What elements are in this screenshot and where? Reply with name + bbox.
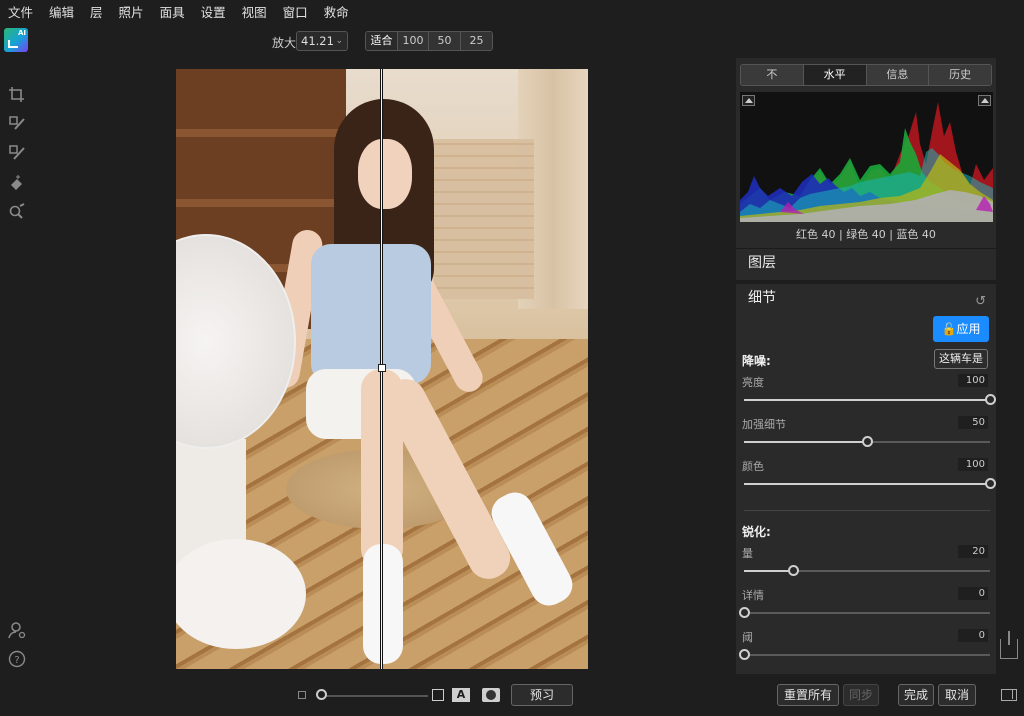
apply-button[interactable]: 🔓应用 bbox=[933, 316, 989, 342]
luminance-label: 亮度 bbox=[742, 376, 764, 389]
right-panel: 不 水平 信息 历史 红色 40 | 绿色 40 | 蓝色 40 图层 细节 ↺… bbox=[736, 58, 996, 674]
menu-bar: 文件 编辑 层 照片 面具 设置 视图 窗口 救命 bbox=[0, 0, 1024, 22]
chevron-down-icon: ⌄ bbox=[335, 36, 343, 46]
top-toolbar: AI 放大 41.21 ⌄ 适合 100 50 25 bbox=[0, 22, 1024, 58]
text-overlay-icon[interactable]: A bbox=[452, 688, 470, 702]
sync-button[interactable]: 同步 bbox=[843, 684, 879, 706]
color-label: 颜色 bbox=[742, 460, 764, 473]
menu-help[interactable]: 救命 bbox=[324, 2, 349, 21]
histogram-stats: 红色 40 | 绿色 40 | 蓝色 40 bbox=[796, 228, 936, 241]
apply-label: 应用 bbox=[956, 322, 981, 336]
zoom-50-button[interactable]: 50 bbox=[429, 32, 461, 50]
enhance-detail-value[interactable]: 50 bbox=[958, 416, 988, 429]
brush-mask-icon[interactable] bbox=[0, 109, 34, 138]
retouch-icon[interactable] bbox=[0, 167, 34, 196]
user-icon[interactable] bbox=[0, 615, 34, 644]
enhance-detail-slider[interactable] bbox=[744, 436, 990, 447]
menu-photo[interactable]: 照片 bbox=[119, 2, 144, 21]
app-logo-text: AI bbox=[17, 29, 26, 37]
thumb-large-icon bbox=[432, 689, 444, 701]
preview-button[interactable]: 预习 bbox=[511, 684, 573, 706]
highlight-clip-icon[interactable] bbox=[978, 95, 991, 106]
done-button[interactable]: 完成 bbox=[898, 684, 934, 706]
luminance-slider-thumb[interactable] bbox=[985, 394, 996, 405]
tab-none[interactable]: 不 bbox=[741, 65, 804, 85]
zoom-select[interactable]: 41.21 ⌄ bbox=[296, 31, 348, 51]
menu-mask[interactable]: 面具 bbox=[160, 2, 185, 21]
photo-canvas[interactable] bbox=[176, 69, 588, 669]
zoom-presets: 适合 100 50 25 bbox=[365, 31, 493, 51]
section-divider bbox=[744, 510, 990, 511]
brush-erase-icon[interactable] bbox=[0, 138, 34, 167]
enhance-detail-label: 加强细节 bbox=[742, 418, 786, 431]
tab-history[interactable]: 历史 bbox=[929, 65, 991, 85]
details-slider-thumb[interactable] bbox=[739, 607, 750, 618]
sharpen-title: 锐化: bbox=[742, 525, 771, 539]
reset-all-button[interactable]: 重置所有 bbox=[777, 684, 839, 706]
details-label: 详情 bbox=[742, 589, 764, 602]
amount-slider-thumb[interactable] bbox=[788, 565, 800, 576]
luminance-slider[interactable] bbox=[744, 394, 996, 405]
thumbnail-size-slider-thumb[interactable] bbox=[316, 689, 327, 700]
tab-info[interactable]: 信息 bbox=[866, 65, 930, 85]
share-icon[interactable] bbox=[1000, 631, 1018, 659]
detail-title: 细节 bbox=[748, 290, 776, 306]
details-slider[interactable] bbox=[739, 607, 990, 618]
color-slider-thumb[interactable] bbox=[985, 478, 996, 489]
luminance-value[interactable]: 100 bbox=[958, 374, 988, 387]
panel-toggle-icon[interactable] bbox=[1001, 689, 1017, 701]
threshold-slider[interactable] bbox=[739, 649, 990, 660]
enhance-detail-slider-thumb[interactable] bbox=[862, 436, 873, 447]
zoom-brush-icon[interactable] bbox=[0, 196, 34, 225]
menu-settings[interactable]: 设置 bbox=[201, 2, 226, 21]
tab-levels[interactable]: 水平 bbox=[803, 65, 867, 85]
zoom-100-button[interactable]: 100 bbox=[398, 32, 429, 50]
crop-icon[interactable] bbox=[0, 80, 34, 109]
amount-label: 量 bbox=[742, 547, 753, 560]
layers-section[interactable]: 图层 bbox=[736, 248, 996, 276]
amount-value[interactable]: 20 bbox=[958, 545, 988, 558]
mask-overlay-icon[interactable] bbox=[482, 688, 500, 702]
svg-text:?: ? bbox=[14, 655, 19, 666]
help-icon[interactable]: ? bbox=[0, 644, 34, 673]
zoom-value: 41.21 bbox=[301, 34, 334, 48]
menu-layer[interactable]: 层 bbox=[90, 2, 103, 21]
menu-window[interactable]: 窗口 bbox=[283, 2, 308, 21]
noise-preset-button[interactable]: 这辆车是 bbox=[934, 349, 988, 369]
histogram bbox=[740, 92, 993, 222]
zoom-label: 放大 bbox=[272, 36, 297, 50]
unlock-icon: 🔓 bbox=[941, 322, 957, 336]
threshold-label: 阈 bbox=[742, 631, 753, 644]
shadow-clip-icon[interactable] bbox=[742, 95, 755, 106]
cancel-button[interactable]: 取消 bbox=[938, 684, 976, 706]
threshold-slider-thumb[interactable] bbox=[739, 649, 750, 660]
panel-tabs: 不 水平 信息 历史 bbox=[740, 64, 992, 86]
app-logo: AI bbox=[4, 28, 28, 52]
detail-section: 细节 ↺ bbox=[736, 280, 996, 309]
color-value[interactable]: 100 bbox=[958, 458, 988, 471]
thumbnail-size-slider[interactable] bbox=[318, 695, 428, 697]
details-value[interactable]: 0 bbox=[958, 587, 988, 600]
left-toolbar bbox=[0, 80, 34, 225]
menu-edit[interactable]: 编辑 bbox=[49, 2, 74, 21]
menu-view[interactable]: 视图 bbox=[242, 2, 267, 21]
amount-slider[interactable] bbox=[744, 565, 990, 576]
menu-file[interactable]: 文件 bbox=[8, 2, 33, 21]
thumb-small-icon bbox=[298, 691, 306, 699]
reset-icon[interactable]: ↺ bbox=[975, 288, 986, 316]
noise-reduction-title: 降噪: bbox=[742, 354, 771, 368]
divider-handle[interactable] bbox=[378, 364, 386, 372]
photo-pillow bbox=[434, 139, 534, 299]
threshold-value[interactable]: 0 bbox=[958, 629, 988, 642]
zoom-25-button[interactable]: 25 bbox=[461, 32, 492, 50]
zoom-fit-button[interactable]: 适合 bbox=[366, 32, 398, 50]
left-bottom-tools: ? bbox=[0, 615, 34, 673]
color-slider[interactable] bbox=[744, 478, 996, 489]
